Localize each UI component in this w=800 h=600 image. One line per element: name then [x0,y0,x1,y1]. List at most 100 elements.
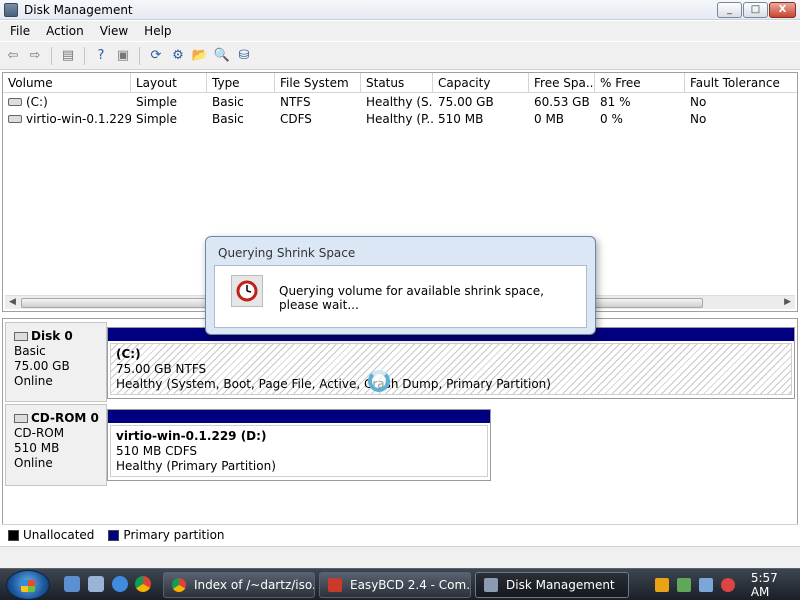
clock[interactable]: 5:57 AM [751,571,800,599]
minimize-button[interactable]: _ [717,2,742,18]
disk-state: Online [14,456,53,470]
volume-row[interactable]: virtio-win-0.1.229 ... Simple Basic CDFS… [3,110,797,127]
console-icon[interactable]: ▣ [114,47,132,65]
scroll-right-icon[interactable]: ▶ [784,297,791,307]
partition-c[interactable]: (C:) 75.00 GB NTFS Healthy (System, Boot… [107,327,795,399]
refresh-icon[interactable]: ⟳ [147,47,165,65]
volume-muted-icon[interactable] [720,578,735,592]
column-header-status[interactable]: Status [361,73,433,92]
legend: Unallocated Primary partition [2,524,798,544]
menu-view[interactable]: View [92,24,136,38]
disk-size: 75.00 GB [14,359,70,373]
dialog-message: Querying volume for available shrink spa… [279,284,544,312]
menu-help[interactable]: Help [136,24,179,38]
column-header-percent-free[interactable]: % Free [595,73,685,92]
file-system-cell: NTFS [280,94,311,109]
disk-management-app-icon[interactable] [4,2,18,17]
back-icon[interactable]: ⇦ [4,47,22,65]
close-button[interactable]: X [769,2,796,18]
layout-cell: Simple [136,94,177,109]
chrome-icon [172,578,186,592]
cd-rom-0-label[interactable]: CD-ROM 0 CD-ROM 510 MB Online [5,404,107,486]
hard-disk-icon [14,332,28,341]
taskbar-item-easybcd[interactable]: EasyBCD 2.4 - Com... [319,572,471,598]
start-button[interactable] [6,570,50,600]
partition-name: (C:) [116,347,141,361]
scroll-left-icon[interactable]: ◀ [9,297,16,307]
primary-swatch [108,529,120,541]
taskbar-item-disk-management[interactable]: Disk Management [475,572,629,598]
clock-icon [231,275,263,307]
chrome-icon[interactable] [135,576,151,592]
disk-map: Disk 0 Basic 75.00 GB Online (C:) 75.00 … [2,318,798,544]
task-label: Index of /~dartz/iso... [194,578,315,592]
column-header-layout[interactable]: Layout [131,73,207,92]
switch-windows-icon[interactable] [88,576,104,592]
volume-list-header: Volume Layout Type File System Status Ca… [3,73,797,93]
column-header-type[interactable]: Type [207,73,275,92]
dialog-title: Querying Shrink Space [218,246,356,260]
drive-icon [8,98,22,106]
menu-bar: File Action View Help [0,21,800,41]
legend-label: Unallocated [23,527,95,542]
partition-status: Healthy (System, Boot, Page File, Active… [116,377,551,391]
disk-size: 510 MB [14,441,60,455]
partition-body: (C:) 75.00 GB NTFS Healthy (System, Boot… [110,343,792,395]
column-header-free-space[interactable]: Free Spa... [529,73,595,92]
disk-management-icon [484,578,498,592]
forward-icon[interactable]: ⇨ [26,47,44,65]
status-bar [0,546,800,568]
partition-d[interactable]: virtio-win-0.1.229 (D:) 510 MB CDFS Heal… [107,409,491,481]
layout-cell: Simple [136,111,177,126]
disk-icon[interactable]: ⛁ [235,47,253,65]
column-header-file-system[interactable]: File System [275,73,361,92]
menu-action[interactable]: Action [38,24,92,38]
internet-explorer-icon[interactable] [112,576,128,592]
column-header-fault-tolerance[interactable]: Fault Tolerance [685,73,797,92]
show-desktop-icon[interactable] [64,576,80,592]
network-icon[interactable] [698,578,713,592]
security-shield-icon[interactable] [655,578,669,592]
disk-0-label[interactable]: Disk 0 Basic 75.00 GB Online [5,322,107,402]
taskbar-item-chrome[interactable]: Index of /~dartz/iso... [163,572,315,598]
busy-cursor-icon [368,370,390,392]
fault-tolerance-cell: No [690,94,707,109]
partition-name: virtio-win-0.1.229 (D:) [116,429,267,443]
column-header-volume[interactable]: Volume [3,73,131,92]
windows-update-icon[interactable] [676,578,691,592]
legend-label: Primary partition [123,527,225,542]
volume-row[interactable]: (C:) Simple Basic NTFS Healthy (S... 75.… [3,93,797,110]
volume-name: (C:) [26,94,48,109]
window-controls: _ □ X [717,2,796,18]
disk-state: Online [14,374,53,388]
menu-file[interactable]: File [2,24,38,38]
legend-unallocated: Unallocated [8,528,94,542]
partition-size: 75.00 GB NTFS [116,362,207,376]
disk-name: Disk 0 [31,329,73,343]
volume-cell: (C:) [3,95,131,109]
querying-shrink-dialog[interactable]: Querying Shrink Space Querying volume fo… [205,236,596,335]
settings-icon[interactable]: ⚙ [169,47,187,65]
search-icon[interactable]: 🔍 [213,47,231,65]
toolbar: ⇦ ⇨ ▤ ? ▣ ⟳ ⚙ 📂 🔍 ⛁ [0,42,800,70]
percent-free-cell: 81 % [600,94,631,109]
properties-icon[interactable]: ▤ [59,47,77,65]
capacity-cell: 75.00 GB [438,94,494,109]
disk-type: CD-ROM [14,426,65,440]
percent-free-cell: 0 % [600,111,623,126]
cd-drive-icon [8,115,22,123]
capacity-cell: 510 MB [438,111,484,126]
column-header-capacity[interactable]: Capacity [433,73,529,92]
taskbar: Index of /~dartz/iso... EasyBCD 2.4 - Co… [0,568,800,600]
task-label: EasyBCD 2.4 - Com... [350,578,471,592]
help-icon[interactable]: ? [92,47,110,65]
partition-status: Healthy (Primary Partition) [116,459,276,473]
maximize-button[interactable]: □ [743,2,768,18]
toolbar-separator [84,46,85,65]
free-space-cell: 60.53 GB [534,94,590,109]
cd-rom-icon [14,414,28,423]
partition-body: virtio-win-0.1.229 (D:) 510 MB CDFS Heal… [110,425,488,477]
disk-type: Basic [14,344,46,358]
open-icon[interactable]: 📂 [191,47,209,65]
unallocated-swatch [8,529,19,541]
